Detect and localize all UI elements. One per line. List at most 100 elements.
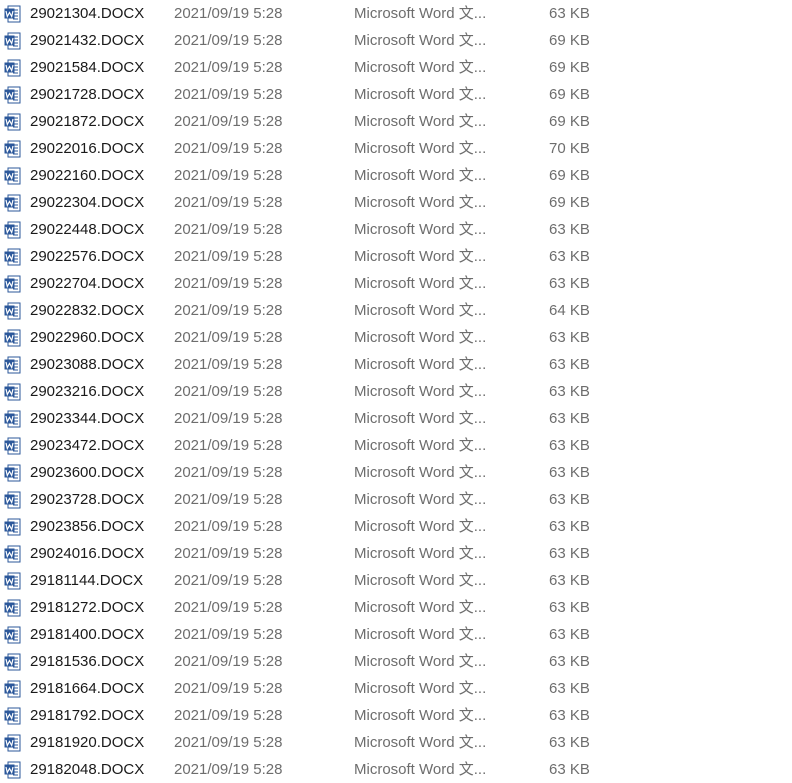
file-size: 63 KB — [549, 275, 590, 292]
file-type: Microsoft Word 文... — [354, 464, 487, 481]
file-row[interactable]: 29181272.DOCX 2021/09/19 5:28 Microsoft … — [0, 594, 792, 621]
file-name: 29023216.DOCX — [30, 383, 145, 400]
word-document-icon — [4, 329, 22, 347]
file-size: 63 KB — [549, 545, 590, 562]
word-document-icon — [4, 626, 22, 644]
file-name: 29181792.DOCX — [30, 707, 145, 724]
file-type: Microsoft Word 文... — [354, 113, 487, 130]
file-row[interactable]: 29023216.DOCX 2021/09/19 5:28 Microsoft … — [0, 378, 792, 405]
file-row[interactable]: 29022960.DOCX 2021/09/19 5:28 Microsoft … — [0, 324, 792, 351]
file-size: 63 KB — [549, 572, 590, 589]
file-size: 63 KB — [549, 626, 590, 643]
file-modified-date: 2021/09/19 5:28 — [174, 32, 283, 49]
file-row[interactable]: 29022304.DOCX 2021/09/19 5:28 Microsoft … — [0, 189, 792, 216]
file-size: 69 KB — [549, 113, 590, 130]
file-type: Microsoft Word 文... — [354, 140, 487, 157]
file-type: Microsoft Word 文... — [354, 194, 487, 211]
file-row[interactable]: 29021304.DOCX 2021/09/19 5:28 Microsoft … — [0, 0, 792, 27]
file-size: 63 KB — [549, 707, 590, 724]
file-row[interactable]: 29023856.DOCX 2021/09/19 5:28 Microsoft … — [0, 513, 792, 540]
file-name: 29021432.DOCX — [30, 32, 145, 49]
file-row[interactable]: 29181144.DOCX 2021/09/19 5:28 Microsoft … — [0, 567, 792, 594]
file-type: Microsoft Word 文... — [354, 437, 487, 454]
file-name: 29023344.DOCX — [30, 410, 145, 427]
word-document-icon — [4, 32, 22, 50]
file-modified-date: 2021/09/19 5:28 — [174, 437, 283, 454]
file-name: 29181144.DOCX — [30, 572, 144, 589]
word-document-icon — [4, 653, 22, 671]
word-document-icon — [4, 86, 22, 104]
file-row[interactable]: 29021432.DOCX 2021/09/19 5:28 Microsoft … — [0, 27, 792, 54]
file-size: 63 KB — [549, 248, 590, 265]
file-type: Microsoft Word 文... — [354, 383, 487, 400]
file-type: Microsoft Word 文... — [354, 221, 487, 238]
file-row[interactable]: 29022016.DOCX 2021/09/19 5:28 Microsoft … — [0, 135, 792, 162]
file-list: 29021304.DOCX 2021/09/19 5:28 Microsoft … — [0, 0, 792, 783]
file-size: 63 KB — [549, 356, 590, 373]
file-type: Microsoft Word 文... — [354, 5, 487, 22]
file-name: 29022160.DOCX — [30, 167, 145, 184]
word-document-icon — [4, 518, 22, 536]
file-name: 29021872.DOCX — [30, 113, 145, 130]
word-document-icon — [4, 113, 22, 131]
file-size: 63 KB — [549, 599, 590, 616]
word-document-icon — [4, 167, 22, 185]
file-modified-date: 2021/09/19 5:28 — [174, 86, 283, 103]
file-row[interactable]: 29023344.DOCX 2021/09/19 5:28 Microsoft … — [0, 405, 792, 432]
file-type: Microsoft Word 文... — [354, 59, 487, 76]
file-row[interactable]: 29023472.DOCX 2021/09/19 5:28 Microsoft … — [0, 432, 792, 459]
file-row[interactable]: 29023600.DOCX 2021/09/19 5:28 Microsoft … — [0, 459, 792, 486]
file-size: 63 KB — [549, 653, 590, 670]
file-row[interactable]: 29022704.DOCX 2021/09/19 5:28 Microsoft … — [0, 270, 792, 297]
file-modified-date: 2021/09/19 5:28 — [174, 410, 283, 427]
file-size: 69 KB — [549, 32, 590, 49]
word-document-icon — [4, 599, 22, 617]
file-row[interactable]: 29021728.DOCX 2021/09/19 5:28 Microsoft … — [0, 81, 792, 108]
file-modified-date: 2021/09/19 5:28 — [174, 113, 283, 130]
file-row[interactable]: 29181920.DOCX 2021/09/19 5:28 Microsoft … — [0, 729, 792, 756]
word-document-icon — [4, 545, 22, 563]
file-row[interactable]: 29024016.DOCX 2021/09/19 5:28 Microsoft … — [0, 540, 792, 567]
file-size: 69 KB — [549, 167, 590, 184]
file-type: Microsoft Word 文... — [354, 707, 487, 724]
word-document-icon — [4, 464, 22, 482]
file-modified-date: 2021/09/19 5:28 — [174, 572, 283, 589]
word-document-icon — [4, 194, 22, 212]
file-type: Microsoft Word 文... — [354, 356, 487, 373]
file-size: 63 KB — [549, 5, 590, 22]
word-document-icon — [4, 491, 22, 509]
file-modified-date: 2021/09/19 5:28 — [174, 653, 283, 670]
file-name: 29021584.DOCX — [30, 59, 145, 76]
file-type: Microsoft Word 文... — [354, 599, 487, 616]
file-modified-date: 2021/09/19 5:28 — [174, 275, 283, 292]
file-row[interactable]: 29021584.DOCX 2021/09/19 5:28 Microsoft … — [0, 54, 792, 81]
file-row[interactable]: 29021872.DOCX 2021/09/19 5:28 Microsoft … — [0, 108, 792, 135]
word-document-icon — [4, 734, 22, 752]
file-modified-date: 2021/09/19 5:28 — [174, 248, 283, 265]
file-row[interactable]: 29022576.DOCX 2021/09/19 5:28 Microsoft … — [0, 243, 792, 270]
file-row[interactable]: 29181400.DOCX 2021/09/19 5:28 Microsoft … — [0, 621, 792, 648]
file-name: 29023728.DOCX — [30, 491, 145, 508]
file-name: 29022704.DOCX — [30, 275, 145, 292]
file-size: 63 KB — [549, 464, 590, 481]
file-row[interactable]: 29022160.DOCX 2021/09/19 5:28 Microsoft … — [0, 162, 792, 189]
word-document-icon — [4, 572, 22, 590]
file-type: Microsoft Word 文... — [354, 302, 487, 319]
file-size: 63 KB — [549, 329, 590, 346]
word-document-icon — [4, 707, 22, 725]
file-row[interactable]: 29181792.DOCX 2021/09/19 5:28 Microsoft … — [0, 702, 792, 729]
file-rows: 29021304.DOCX 2021/09/19 5:28 Microsoft … — [0, 0, 792, 783]
file-row[interactable]: 29181664.DOCX 2021/09/19 5:28 Microsoft … — [0, 675, 792, 702]
word-document-icon — [4, 356, 22, 374]
file-row[interactable]: 29181536.DOCX 2021/09/19 5:28 Microsoft … — [0, 648, 792, 675]
file-type: Microsoft Word 文... — [354, 410, 487, 427]
file-row[interactable]: 29023088.DOCX 2021/09/19 5:28 Microsoft … — [0, 351, 792, 378]
file-row[interactable]: 29022448.DOCX 2021/09/19 5:28 Microsoft … — [0, 216, 792, 243]
file-row[interactable]: 29022832.DOCX 2021/09/19 5:28 Microsoft … — [0, 297, 792, 324]
file-type: Microsoft Word 文... — [354, 248, 487, 265]
file-type: Microsoft Word 文... — [354, 32, 487, 49]
file-type: Microsoft Word 文... — [354, 734, 487, 751]
file-modified-date: 2021/09/19 5:28 — [174, 221, 283, 238]
file-row[interactable]: 29023728.DOCX 2021/09/19 5:28 Microsoft … — [0, 486, 792, 513]
file-name: 29023088.DOCX — [30, 356, 145, 373]
